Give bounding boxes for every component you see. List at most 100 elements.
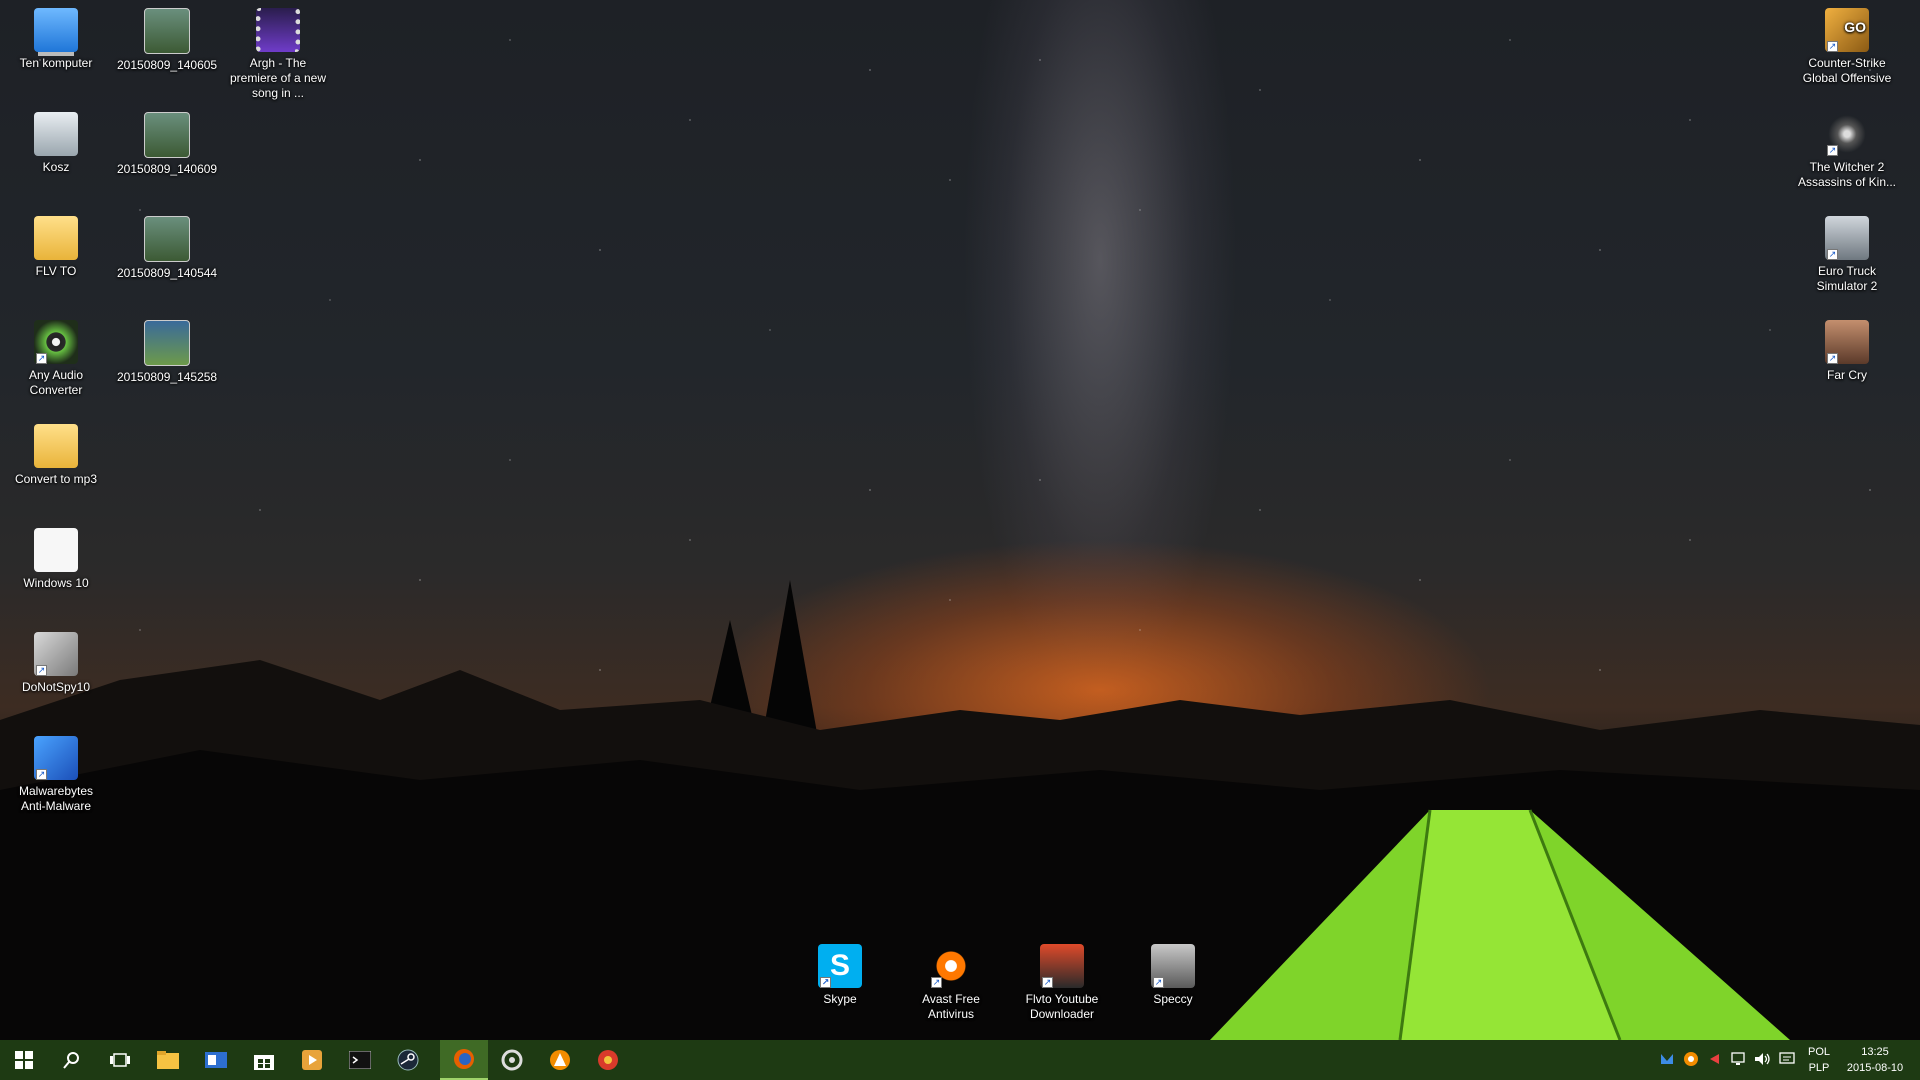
desktop-icon-speccy[interactable]: ↗ Speccy [1123,944,1223,1007]
image-file-icon [144,320,190,366]
desktop[interactable]: Ten komputer Kosz FLV TO ↗ Any Audio Con… [0,0,1920,1040]
firefox-icon[interactable] [440,1040,488,1080]
desktop-icon-donotspy10[interactable]: ↗ DoNotSpy10 [6,632,106,695]
recycle-bin-icon [34,112,78,156]
desktop-icon-malwarebytes[interactable]: ↗ Malwarebytes Anti-Malware [6,736,106,814]
avast-icon: ↗ [929,944,973,988]
steam-icon[interactable] [384,1040,432,1080]
malwarebytes-tray-icon[interactable] [1658,1051,1676,1069]
image-file-icon [144,216,190,262]
video-file-icon [256,8,300,52]
donotspy-icon: ↗ [34,632,78,676]
origin-icon[interactable] [488,1040,536,1080]
clock-time: 13:25 [1861,1046,1889,1058]
icon-label: 20150809_140544 [117,266,218,280]
language-code: POL [1807,1046,1830,1058]
skype-letter: S [829,949,850,982]
folder-icon [34,216,78,260]
skype-icon: S ↗ [818,944,862,988]
truck-icon: ↗ [1825,216,1869,260]
icon-label: Far Cry [1827,368,1867,382]
icon-label: Argh - The premiere of a new song in ... [229,56,327,100]
speccy-icon: ↗ [1151,944,1195,988]
shortcut-arrow-icon: ↗ [1827,145,1838,156]
outlook-icon[interactable] [192,1040,240,1080]
start-icon[interactable] [0,1040,48,1080]
desktop-icon-windows10[interactable]: Windows 10 [6,528,106,591]
desktop-icon-photo4[interactable]: 20150809_145258 [117,320,217,385]
shortcut-arrow-icon: ↗ [1042,977,1053,988]
shortcut-arrow-icon: ↗ [1827,41,1838,52]
desktop-icon-photo2[interactable]: 20150809_140609 [117,112,217,177]
witcher-icon: ↗ [1825,112,1869,156]
keyboard-layout: PLP [1808,1062,1830,1074]
language-indicator[interactable]: POL PLP [1802,1044,1836,1076]
action-center-icon[interactable] [1778,1051,1796,1069]
csgo-logo-text: GO [1844,19,1866,35]
icon-label: Convert to mp3 [14,472,98,486]
image-file-icon [144,112,190,158]
malwarebytes-icon: ↗ [34,736,78,780]
icon-label: 20150809_145258 [117,370,218,384]
desktop-icon-photo1[interactable]: 20150809_140605 [117,8,217,73]
flvto-icon: ↗ [1040,944,1084,988]
cmd-icon[interactable] [336,1040,384,1080]
icon-label: Skype [823,992,857,1006]
desktop-icon-csgo[interactable]: GO ↗ Counter-Strike Global Offensive [1797,8,1897,86]
icon-label: Ten komputer [19,56,93,70]
volume-icon[interactable] [1754,1051,1772,1069]
icon-label: Speccy [1153,992,1193,1006]
icon-label: Malwarebytes Anti-Malware [18,784,94,813]
icon-label: Euro Truck Simulator 2 [1816,264,1878,293]
shortcut-arrow-icon: ↗ [1827,249,1838,260]
search-icon[interactable] [48,1040,96,1080]
icon-label: Avast Free Antivirus [922,992,980,1021]
desktop-icon-any-audio-converter[interactable]: ↗ Any Audio Converter [6,320,106,398]
shortcut-arrow-icon: ↗ [1153,977,1164,988]
image-file-icon [144,8,190,54]
desktop-icon-photo3[interactable]: 20150809_140544 [117,216,217,281]
avast-tray-icon[interactable] [1682,1051,1700,1069]
desktop-icon-video1[interactable]: Argh - The premiere of a new song in ... [228,8,328,101]
computer-icon [34,8,78,52]
audio-disc-icon: ↗ [34,320,78,364]
network-icon[interactable] [1730,1051,1748,1069]
desktop-icon-flvto-downloader[interactable]: ↗ Flvto Youtube Downloader [1012,944,1112,1022]
desktop-icon-far-cry[interactable]: ↗ Far Cry [1797,320,1897,383]
media-player-icon[interactable] [288,1040,336,1080]
shortcut-arrow-icon: ↗ [1827,353,1838,364]
shortcut-arrow-icon: ↗ [36,353,47,364]
csgo-icon: GO ↗ [1825,8,1869,52]
store-icon[interactable] [240,1040,288,1080]
desktop-icon-euro-truck[interactable]: ↗ Euro Truck Simulator 2 [1797,216,1897,294]
wallpaper-tent [1210,809,1790,1040]
icon-label: FLV TO [35,264,77,278]
icon-label: 20150809_140605 [117,58,218,72]
taskbar: POL PLP 13:25 2015-08-10 [0,1040,1920,1080]
shortcut-arrow-icon: ↗ [820,977,831,988]
shortcut-arrow-icon: ↗ [931,977,942,988]
icon-label: Counter-Strike Global Offensive [1802,56,1892,85]
file-explorer-icon[interactable] [144,1040,192,1080]
far-cry-icon: ↗ [1825,320,1869,364]
desktop-icon-flv-to[interactable]: FLV TO [6,216,106,279]
desktop-icon-recycle-bin[interactable]: Kosz [6,112,106,175]
icon-label: Windows 10 [23,576,89,590]
icon-label: Any Audio Converter [28,368,84,397]
task-view-icon[interactable] [96,1040,144,1080]
desktop-icon-this-pc[interactable]: Ten komputer [6,8,106,71]
avast-icon[interactable] [536,1040,584,1080]
desktop-icon-witcher2[interactable]: ↗ The Witcher 2 Assassins of Kin... [1797,112,1897,190]
desktop-icon-avast[interactable]: ↗ Avast Free Antivirus [901,944,1001,1022]
chrome-remote-icon[interactable] [584,1040,632,1080]
folder-icon [34,424,78,468]
icon-label: The Witcher 2 Assassins of Kin... [1797,160,1897,189]
disc-image-file-icon [34,528,78,572]
notification-tray-icon[interactable] [1706,1051,1724,1069]
icon-label: Flvto Youtube Downloader [1025,992,1099,1021]
clock-date: 2015-08-10 [1846,1062,1904,1074]
desktop-icon-skype[interactable]: S ↗ Skype [790,944,890,1007]
clock[interactable]: 13:25 2015-08-10 [1840,1044,1910,1076]
desktop-icon-convert-to-mp3[interactable]: Convert to mp3 [6,424,106,487]
icon-label: Kosz [42,160,70,174]
